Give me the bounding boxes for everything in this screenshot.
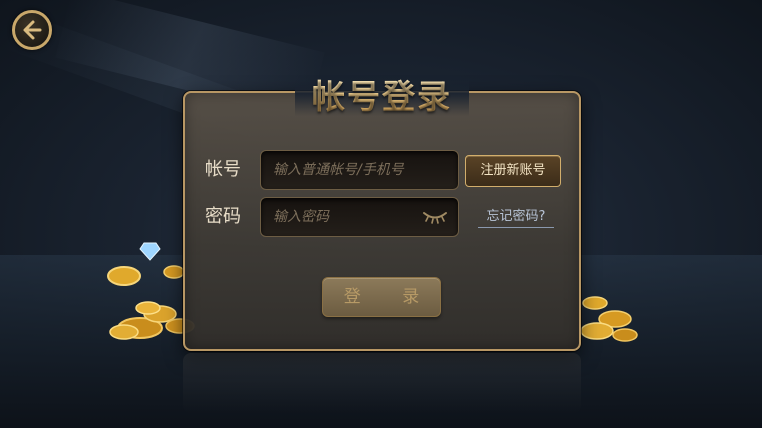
account-input[interactable] (273, 151, 448, 189)
diamond-icon (139, 242, 161, 261)
account-label: 帐号 (205, 159, 241, 180)
account-input-box (260, 150, 459, 190)
password-label: 密码 (205, 206, 241, 227)
back-button[interactable] (12, 10, 52, 50)
forgot-password-link[interactable]: 忘记密码? (478, 206, 554, 228)
gold-coins-decoration (580, 296, 638, 342)
page-title: 帐号登录 (296, 74, 468, 120)
login-button[interactable]: 登 录 (322, 277, 441, 317)
register-button[interactable]: 注册新账号 (465, 155, 561, 187)
eye-closed-icon[interactable] (422, 210, 448, 224)
password-input[interactable] (273, 198, 418, 236)
back-arrow-icon (23, 20, 42, 40)
password-input-box (260, 197, 459, 237)
panel-reflection (183, 353, 581, 413)
